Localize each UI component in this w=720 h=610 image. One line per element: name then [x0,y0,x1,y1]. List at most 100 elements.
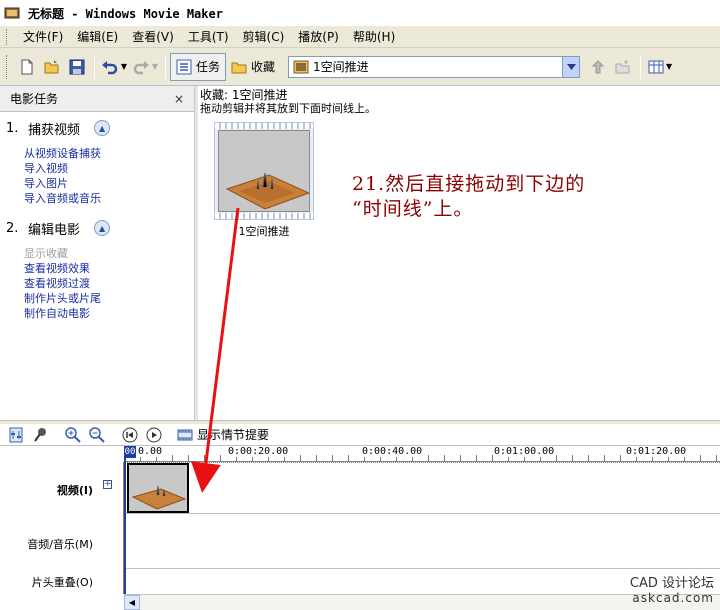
task-link-make-titles[interactable]: 制作片头或片尾 [24,291,194,306]
toolbar: ▼ ▼ 任务 收藏 1空间推进 ▼ [0,48,720,86]
capture-video-section: 1. 捕获视频 ▲ 从视频设备捕获 导入视频 导入图片 导入音频或音乐 [0,118,194,206]
zoom-out-button[interactable] [87,426,107,444]
collapse-up-icon[interactable]: ▲ [94,120,111,136]
film-strip-bottom [215,213,313,219]
toolbar-separator [165,54,166,79]
redo-dropdown-icon[interactable]: ▼ [152,62,158,71]
ruler-label: 0.00 [138,446,163,457]
section-number: 2. [6,220,19,236]
timeline-ruler[interactable]: 0.00 0:00:20.00 0:00:40.00 0:01:00.00 0:… [124,446,720,462]
menu-clip[interactable]: 剪辑(C) [237,26,291,47]
movie-tasks-header: 电影任务 × [0,86,194,112]
audio-levels-icon [9,427,23,442]
collection-clip[interactable] [214,122,314,220]
task-link-import-audio[interactable]: 导入音频或音乐 [24,191,194,206]
new-project-button[interactable] [15,55,39,79]
set-audio-levels-button[interactable] [6,426,26,444]
open-project-button[interactable] [40,55,64,79]
track-label-video: 视频(I) [56,484,93,497]
views-grid-icon [648,60,664,73]
toolbar-separator [640,54,642,79]
up-one-level-button[interactable] [586,55,610,79]
watermark-line-1: CAD 设计论坛 [629,576,714,591]
menu-edit[interactable]: 编辑(E) [71,26,124,47]
movie-tasks-pane: 电影任务 × 1. 捕获视频 ▲ 从视频设备捕获 导入视频 导入图片 导入音频或… [0,86,194,420]
tutorial-annotation: 21.然后直接拖动到下边的 “时间线”上。 [352,172,585,222]
menu-file[interactable]: 文件(F) [17,26,69,47]
toolbar-grip[interactable] [6,54,9,79]
undo-dropdown-icon[interactable]: ▼ [121,62,127,71]
movie-maker-icon [4,7,20,19]
capture-video-header[interactable]: 1. 捕获视频 ▲ [6,118,194,138]
terrain-thumbnail-image [219,131,309,211]
rewind-icon [122,427,138,442]
zoom-in-icon [65,426,81,443]
play-timeline-button[interactable] [144,426,164,444]
storyboard-label: 显示情节提要 [197,428,270,442]
menu-tools[interactable]: 工具(T) [182,26,235,47]
watermark-line-2: askcad.com [632,591,714,605]
timeline-toolbar: 显示情节提要 [0,424,720,446]
up-arrow-icon [591,59,605,73]
edit-movie-section: 2. 编辑电影 ▲ 显示收藏 查看视频效果 查看视频过渡 制作片头或片尾 制作自… [0,218,194,321]
close-icon[interactable]: × [174,92,184,106]
collections-folder-icon [231,62,247,73]
collapse-up-icon[interactable]: ▲ [94,220,111,236]
menu-view[interactable]: 查看(V) [126,26,180,47]
tasks-button[interactable]: 任务 [170,52,227,81]
expand-video-track-icon[interactable]: + [103,480,112,489]
views-dropdown-icon[interactable]: ▼ [666,62,672,71]
storyboard-icon [177,429,193,440]
collection-selected-value: 1空间推进 [313,60,369,74]
toolbar-separator [94,54,95,79]
collection-dropdown[interactable]: 1空间推进 [288,55,581,78]
views-button[interactable]: ▼ [645,55,675,79]
save-disk-icon [69,59,85,74]
new-folder-icon [615,59,630,73]
section-title: 捕获视频 [28,122,81,138]
playhead-indicator[interactable]: 00 [124,446,136,458]
annotation-line-2: “时间线”上。 [352,198,474,220]
zoom-out-icon [89,426,105,443]
collections-button[interactable]: 收藏 [226,53,280,81]
task-link-capture-device[interactable]: 从视频设备捕获 [24,146,194,161]
task-link-view-effects[interactable]: 查看视频效果 [24,261,194,276]
save-project-button[interactable] [65,55,89,79]
menu-help[interactable]: 帮助(H) [347,26,401,47]
tasks-label: 任务 [196,60,221,74]
task-link-import-pictures[interactable]: 导入图片 [24,176,194,191]
audio-music-track[interactable] [125,515,720,569]
section-number: 1. [6,120,19,136]
narrate-timeline-button[interactable] [30,426,50,444]
redo-icon [133,60,149,74]
playhead-line[interactable] [124,446,126,610]
annotation-line-1: 21.然后直接拖动到下边的 [352,173,586,195]
edit-movie-links: 显示收藏 查看视频效果 查看视频过渡 制作片头或片尾 制作自动电影 [6,246,194,321]
zoom-in-button[interactable] [63,426,83,444]
collections-label: 收藏 [251,60,276,74]
window-title: 无标题 - Windows Movie Maker [28,6,223,21]
tasks-list-icon [176,59,192,74]
undo-icon [101,60,118,74]
video-track[interactable] [125,462,720,514]
undo-button[interactable]: ▼ [99,55,129,79]
timeline-video-clip[interactable] [127,463,189,513]
redo-button[interactable]: ▼ [130,55,160,79]
ruler-label: 0:00:40.00 [362,446,423,457]
new-document-icon [21,59,33,74]
ruler-label: 0:01:20.00 [626,446,687,457]
track-label-audio: 音频/音乐(M) [27,538,93,551]
task-link-automovie[interactable]: 制作自动电影 [24,306,194,321]
timeline-separator [58,426,59,443]
scroll-left-icon[interactable]: ◀ [124,595,140,610]
chevron-down-icon[interactable] [562,56,580,77]
rewind-timeline-button[interactable] [120,426,140,444]
menu-grip[interactable] [6,28,9,45]
show-storyboard-button[interactable]: 显示情节提要 [177,426,269,443]
microphone-icon [34,427,46,442]
task-link-view-transitions[interactable]: 查看视频过渡 [24,276,194,291]
new-collection-button[interactable] [611,55,635,79]
menu-play[interactable]: 播放(P) [292,26,345,47]
edit-movie-header[interactable]: 2. 编辑电影 ▲ [6,218,194,238]
task-link-import-video[interactable]: 导入视频 [24,161,194,176]
